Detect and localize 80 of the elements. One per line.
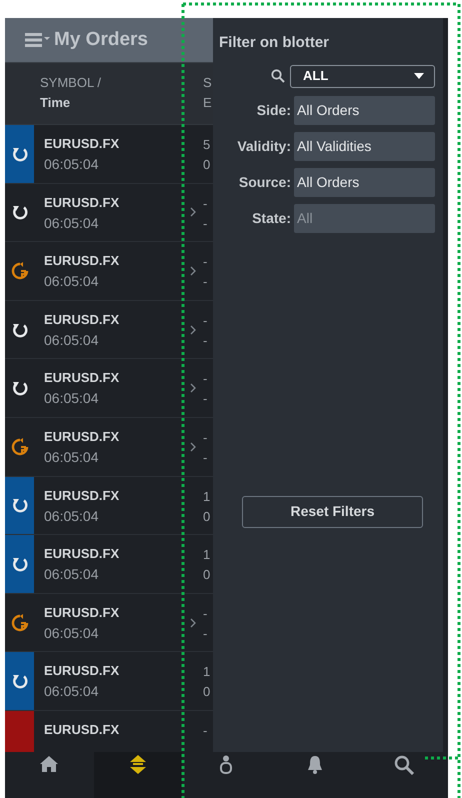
refresh-icon [12,146,28,162]
column-header: E [203,94,212,112]
field-label: Source: [238,172,291,192]
table-cell-text: - [203,273,208,292]
table-cell-text: 0 [203,508,210,526]
table-cell-text: 1 [203,663,210,682]
table-cell-text: - [203,312,208,330]
time-text: 06:05:04 [44,330,98,350]
symbol-text: EURUSD.FX [44,486,120,505]
search-icon [271,69,285,83]
column-header: Time [40,94,70,112]
table-cell-text: - [203,722,208,740]
symbol-text: EURUSD.FX [44,720,120,739]
page-title: My Orders [54,28,148,52]
refresh-icon [12,673,28,690]
table-cell-text: 0 [203,683,210,702]
field-label: Side: [256,100,291,120]
field-label: Validity: [237,136,291,156]
status-icon [10,438,28,456]
time-text: 06:05:04 [44,272,98,292]
order-row[interactable]: EURUSD.FX 06:05:04 - - [5,184,213,242]
table-cell-text: 5 [203,136,210,154]
table-cell-text: - [203,370,208,388]
menu-icon[interactable] [25,33,51,47]
time-text: 06:05:04 [44,214,98,233]
status-icon [10,614,28,632]
order-row[interactable]: EURUSD.FX 06:05:04 5 0 [5,125,213,184]
table-cell-text: 0 [203,156,210,174]
table-cell-text: - [203,194,208,213]
up-down-arrows-icon [128,755,148,775]
time-text: 06:05:04 [44,624,98,643]
refresh-icon [12,380,28,396]
refresh-icon [12,322,28,338]
caret-icon [414,73,424,79]
symbol-text: EURUSD.FX [44,369,120,388]
symbol-text: EURUSD.FX [44,428,120,446]
time-text: 06:05:04 [44,506,98,526]
table-cell-text: - [203,448,208,467]
field-label: State: [252,208,291,228]
refresh-icon [12,497,28,514]
filter-field[interactable]: All Orders [294,96,435,124]
table-cell-text: - [203,390,208,408]
filter-dropdown[interactable]: ALL [290,64,435,88]
symbol-text: EURUSD.FX [44,194,120,212]
table-cell-text: - [203,253,208,272]
table-cell-text: - [203,428,208,447]
filter-field[interactable]: All Orders [294,168,435,196]
filter-field[interactable]: All Validities [294,132,435,160]
column-header: SYMBOL / [40,74,101,92]
time-text: 06:05:04 [44,448,98,467]
reset-filters-button[interactable]: Reset Filters [242,496,423,528]
symbol-text: EURUSD.FX [44,545,120,564]
symbol-text: EURUSD.FX [44,310,120,329]
table-cell-text: 1 [203,488,210,506]
table-cell-text: - [203,214,208,233]
refresh-icon [12,204,28,220]
panel-title: Filter on blotter [219,33,329,53]
symbol-text: EURUSD.FX [44,252,120,270]
status-stripe [5,710,34,752]
symbol-text: EURUSD.FX [44,604,120,622]
table-cell-text: - [203,332,208,350]
refresh-icon [12,556,28,572]
symbol-text: EURUSD.FX [44,135,120,153]
nav-tab[interactable] [94,752,182,798]
order-row[interactable]: EURUSD.FX 06:05:04 1 0 [5,476,213,536]
time-text: 06:05:04 [44,389,98,408]
column-header: S [203,74,212,92]
table-cell-text: - [203,624,208,643]
time-text: 06:05:04 [44,565,98,584]
status-icon [10,262,28,280]
order-row[interactable]: EURUSD.FX 06:05:04 1 0 [5,652,213,711]
time-text: 06:05:04 [44,682,98,702]
order-row[interactable]: EURUSD.FX 06:05:04 1 0 [5,535,213,594]
table-cell-text: 1 [203,546,210,564]
symbol-text: EURUSD.FX [44,662,120,680]
home-icon [39,755,60,775]
table-cell-text: - [203,604,208,623]
search-icon [394,755,414,775]
time-text: 06:05:04 [44,155,98,174]
table-cell-text: 0 [203,566,210,584]
